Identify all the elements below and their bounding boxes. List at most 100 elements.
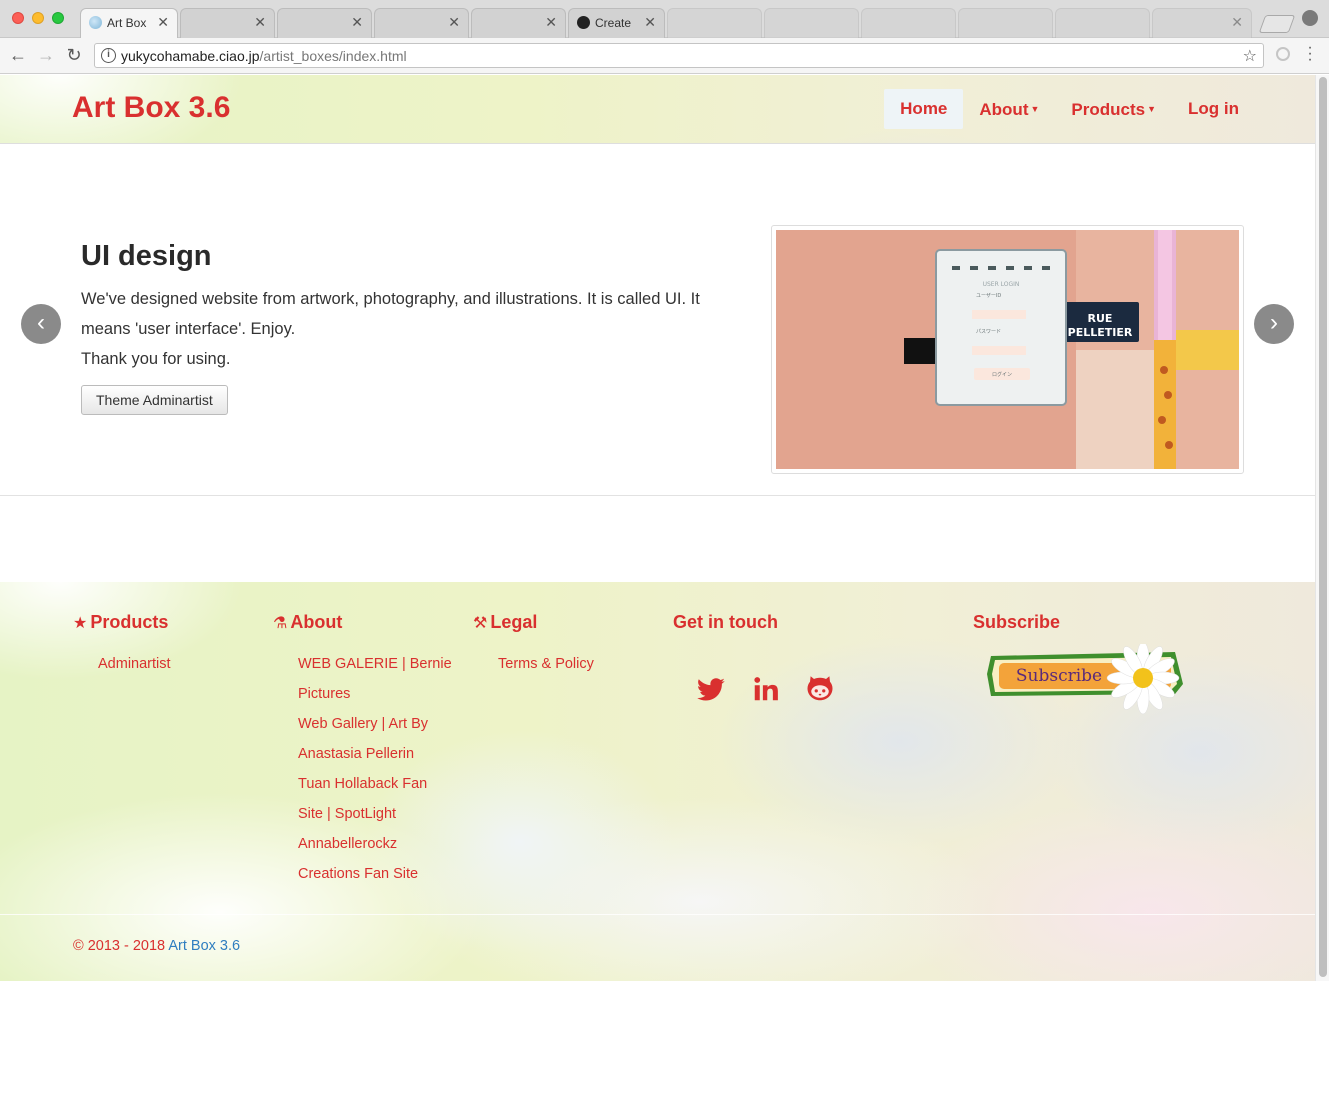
footer-products: ★ Products Adminartist: [73, 612, 171, 679]
new-tab-button[interactable]: [1258, 15, 1296, 33]
browser-tab[interactable]: ✕: [471, 8, 566, 38]
tab-title: Create: [595, 16, 632, 30]
gavel-icon: ⚒: [473, 615, 488, 632]
site-footer: ★ Products Adminartist ⚗ About WEB GALERIE…: [0, 582, 1315, 981]
browser-tab-github[interactable]: Create ✕: [568, 8, 665, 38]
footer-divider: [0, 914, 1315, 915]
back-arrow-icon[interactable]: ←: [7, 45, 29, 66]
theme-adminartist-button[interactable]: Theme Adminartist: [81, 385, 228, 415]
twitter-icon[interactable]: [696, 674, 726, 704]
footer-heading: ⚗ About: [273, 612, 343, 632]
close-tab-icon[interactable]: ✕: [351, 14, 363, 31]
zoom-window-button[interactable]: [52, 12, 64, 24]
subscribe-label: Subscribe: [1016, 666, 1102, 686]
carousel-next-button[interactable]: ›: [1254, 304, 1294, 344]
browser-tab[interactable]: [1055, 8, 1150, 38]
browser-tab[interactable]: [667, 8, 762, 38]
footer-link[interactable]: Pictures: [298, 679, 452, 709]
footer-link[interactable]: Creations Fan Site: [298, 859, 452, 889]
site-info-icon[interactable]: i: [101, 48, 116, 63]
footer-about: ⚗ About WEB GALERIE | Bernie Pictures Web…: [273, 612, 452, 889]
close-tab-icon[interactable]: ✕: [254, 14, 266, 31]
page-viewport: Art Box 3.6 Home About ▼ Products ▼ Log in…: [0, 75, 1315, 981]
copyright-link[interactable]: Art Box 3.6: [168, 938, 240, 954]
browser-tab[interactable]: ✕: [277, 8, 372, 38]
nav-home[interactable]: Home: [884, 89, 964, 129]
login-card-button: ログイン: [992, 371, 1012, 378]
browser-tab[interactable]: ✕: [1152, 8, 1252, 38]
page-scrollbar[interactable]: [1315, 75, 1329, 981]
site-favicon-icon: [89, 16, 102, 29]
slide-text-line: We've designed website from artwork, pho…: [81, 290, 700, 338]
browser-tab[interactable]: [958, 8, 1053, 38]
footer-link[interactable]: Web Gallery | Art By: [298, 709, 452, 739]
main-nav: Home About ▼ Products ▼ Log in: [884, 89, 1255, 129]
login-card-label: ユーザーID: [976, 293, 1001, 299]
footer-heading: Get in touch: [673, 612, 778, 632]
footer-heading: Subscribe: [973, 612, 1061, 632]
linkedin-icon[interactable]: [751, 674, 781, 704]
extension-icon[interactable]: [1276, 47, 1290, 61]
site-navbar: Art Box 3.6 Home About ▼ Products ▼ Log in: [0, 75, 1315, 144]
browser-tab[interactable]: ✕: [374, 8, 469, 38]
copyright: © 2013 - 2018 Art Box 3.6: [73, 938, 241, 954]
browser-toolbar: ← → ↻ i yukycohamabe.ciao.jp/artist_boxe…: [0, 38, 1329, 74]
close-tab-icon[interactable]: ✕: [157, 14, 169, 31]
nav-about[interactable]: About ▼: [963, 89, 1055, 129]
slide-image-frame: RUE PELLETIER USER LOGIN ユーザーID パスワード ログ…: [771, 225, 1244, 474]
tab-title: Art Box: [107, 16, 147, 30]
site-brand[interactable]: Art Box 3.6: [72, 91, 230, 125]
close-tab-icon[interactable]: ✕: [644, 14, 656, 31]
github-icon[interactable]: [805, 674, 835, 704]
slide-title: UI design: [81, 240, 212, 272]
star-icon: ★: [73, 615, 88, 632]
login-card-title: USER LOGIN: [983, 281, 1020, 288]
browser-menu-icon[interactable]: · · ·: [1303, 40, 1317, 68]
street-sign-text: PELLETIER: [1068, 326, 1133, 339]
bookmark-star-icon[interactable]: ☆: [1243, 46, 1257, 66]
browser-tab-active[interactable]: Art Box ✕: [80, 8, 178, 39]
footer-link[interactable]: Tuan Hollaback Fan: [298, 769, 452, 799]
nav-products[interactable]: Products ▼: [1055, 89, 1172, 129]
forward-arrow-icon[interactable]: →: [35, 45, 57, 66]
footer-link[interactable]: Anastasia Pellerin: [298, 739, 452, 769]
footer-link[interactable]: Annabellerockz: [298, 829, 452, 859]
close-tab-icon[interactable]: ✕: [545, 14, 557, 31]
close-tab-icon[interactable]: ✕: [1231, 14, 1243, 31]
footer-link[interactable]: WEB GALERIE | Bernie: [298, 649, 452, 679]
caret-down-icon: ▼: [1030, 104, 1040, 114]
caret-down-icon: ▼: [1147, 104, 1157, 114]
slide-description: We've designed website from artwork, pho…: [81, 284, 741, 374]
minimize-window-button[interactable]: [32, 12, 44, 24]
github-favicon-icon: [577, 16, 590, 29]
scrollbar-thumb[interactable]: [1319, 77, 1327, 977]
close-tab-icon[interactable]: ✕: [448, 14, 460, 31]
browser-tab-bar: Art Box ✕ ✕ ✕ ✕ ✕ Create ✕ ✕: [0, 0, 1329, 39]
carousel-prev-button[interactable]: ‹: [21, 304, 61, 344]
slide-image: RUE PELLETIER USER LOGIN ユーザーID パスワード ログ…: [776, 230, 1239, 469]
login-card-label: パスワード: [976, 329, 1001, 335]
browser-tab[interactable]: [764, 8, 859, 38]
slide-text-line: Thank you for using.: [81, 350, 231, 368]
address-bar[interactable]: i yukycohamabe.ciao.jp/artist_boxes/inde…: [94, 43, 1264, 68]
street-sign-text: RUE: [1088, 312, 1113, 325]
browser-tab[interactable]: ✕: [180, 8, 275, 38]
reload-icon[interactable]: ↻: [63, 45, 85, 66]
browser-tab[interactable]: [861, 8, 956, 38]
footer-heading: ⚒ Legal: [473, 612, 538, 632]
hero-carousel: UI design We've designed website from ar…: [0, 144, 1315, 496]
slide-illustration: RUE PELLETIER USER LOGIN ユーザーID パスワード ログ…: [776, 230, 1239, 469]
footer-link[interactable]: Site | SpotLight: [298, 799, 452, 829]
profile-icon[interactable]: [1302, 10, 1318, 26]
url-text[interactable]: yukycohamabe.ciao.jp/artist_boxes/index.…: [121, 48, 407, 64]
footer-legal: ⚒ Legal Terms & Policy: [473, 612, 594, 679]
footer-link[interactable]: Terms & Policy: [498, 649, 594, 679]
flask-icon: ⚗: [273, 615, 288, 632]
subscribe-button[interactable]: Subscribe: [985, 644, 1185, 724]
footer-link[interactable]: Adminartist: [98, 649, 171, 679]
nav-login[interactable]: Log in: [1172, 89, 1255, 129]
footer-contact: Get in touch: [673, 612, 778, 633]
footer-heading: ★ Products: [73, 612, 169, 632]
footer-subscribe: Subscribe: [973, 612, 1060, 633]
close-window-button[interactable]: [12, 12, 24, 24]
